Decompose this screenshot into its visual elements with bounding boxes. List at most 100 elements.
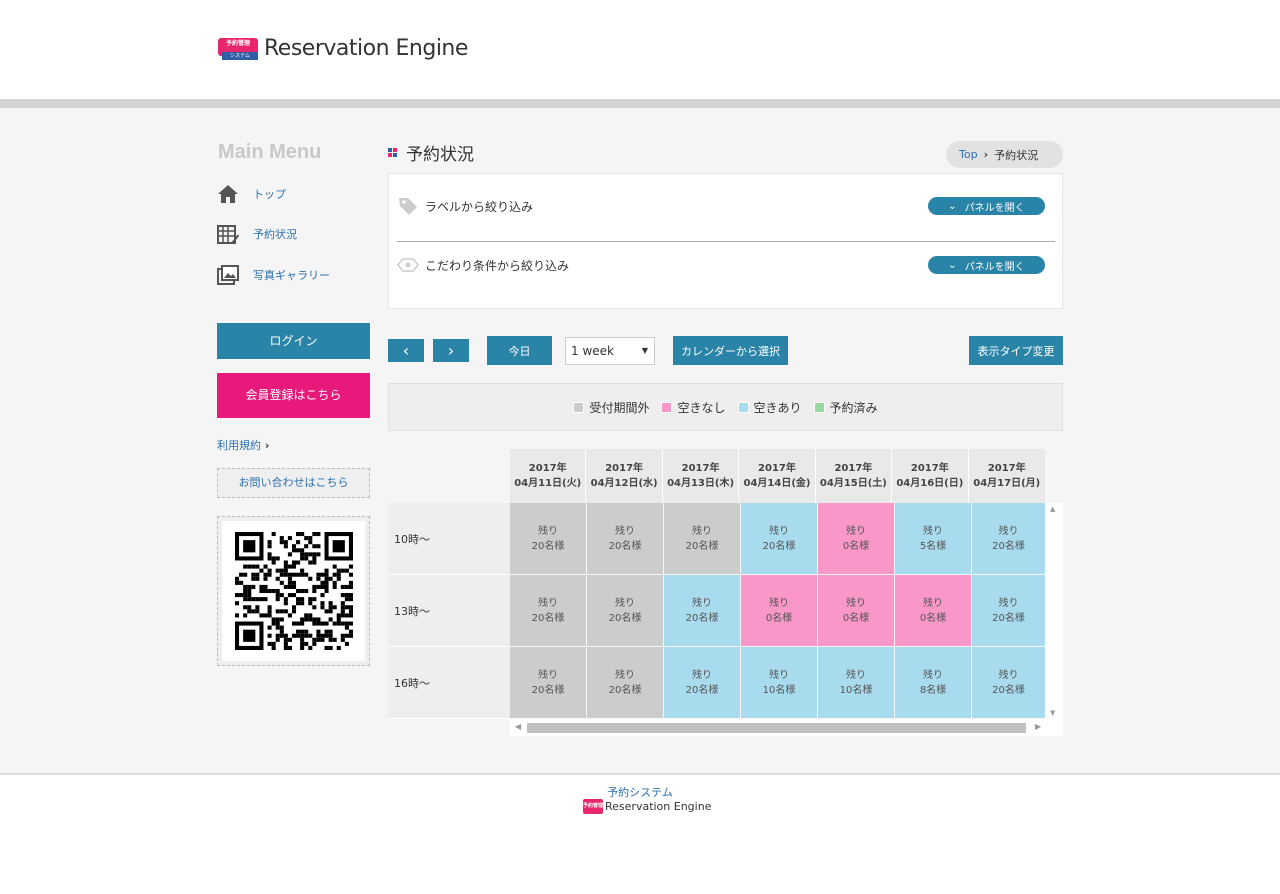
legend-label: 空きなし [677, 400, 726, 415]
slot-remain-label: 残り [692, 525, 712, 537]
next-week-button[interactable]: › [433, 339, 469, 362]
legend-item: 空きなし [661, 399, 726, 416]
slot-count: 20名様 [685, 540, 719, 552]
slot-cell: 残り 0名様 [741, 575, 817, 646]
today-button[interactable]: 今日 [487, 336, 552, 365]
legend-swatch [661, 401, 673, 413]
sidebar-item-gallery[interactable]: 写真ギャラリー [217, 264, 330, 286]
open-label-panel-button[interactable]: ⌄ パネルを開く [928, 197, 1045, 215]
slot-cell: 残り 20名様 [587, 647, 663, 718]
scroll-right-icon[interactable]: ▶ [1035, 722, 1041, 731]
day-date: 04月14日(金) [743, 478, 811, 489]
slot-count: 5名様 [919, 540, 947, 552]
legend-label: 予約済み [829, 400, 878, 415]
slot-count: 20名様 [531, 684, 565, 696]
slot-cell[interactable]: 残り 5名様 [895, 503, 971, 574]
day-date: 04月11日(火) [514, 478, 582, 489]
slot-remain-label: 残り [615, 525, 635, 537]
scrollbar-thumb[interactable] [527, 723, 1026, 733]
legend-label: 空きあり [753, 400, 802, 415]
legend-item: 予約済み [813, 399, 878, 416]
status-legend: 受付期間外 空きなし 空きあり 予約済み [388, 383, 1063, 431]
slot-count: 10名様 [839, 684, 873, 696]
register-button[interactable]: 会員登録はこちら [217, 373, 370, 418]
vertical-scrollbar[interactable]: ▲ ▼ [1045, 503, 1063, 719]
sidebar-item-label: 写真ギャラリー [253, 269, 330, 282]
time-slot-label: 16時～ [388, 647, 510, 719]
slot-cell[interactable]: 残り 20名様 [664, 575, 740, 646]
scroll-left-icon[interactable]: ◀ [515, 722, 521, 731]
site-logo[interactable]: 予約管理 システム Reservation Engine [218, 33, 468, 63]
breadcrumb-top-link[interactable]: Top [959, 148, 978, 161]
qr-code-icon [234, 532, 353, 650]
login-button[interactable]: ログイン [217, 323, 370, 359]
slot-cell[interactable]: 残り 8名様 [895, 647, 971, 718]
slot-cell: 残り 0名様 [895, 575, 971, 646]
filter-divider [397, 241, 1055, 242]
open-panel-label: パネルを開く [964, 202, 1025, 214]
slot-cell[interactable]: 残り 20名様 [972, 503, 1046, 574]
slot-cell[interactable]: 残り 20名様 [741, 503, 817, 574]
slot-cell: 残り 20名様 [587, 503, 663, 574]
slot-cell: 残り 20名様 [664, 503, 740, 574]
slot-remain-label: 残り [998, 597, 1019, 609]
calendar-select-button[interactable]: カレンダーから選択 [673, 336, 788, 365]
legend-item: 受付期間外 [573, 399, 649, 416]
slot-count: 0名様 [842, 540, 870, 552]
day-date: 04月12日(水) [590, 478, 658, 489]
legend-swatch [573, 401, 585, 413]
slot-count: 20名様 [762, 540, 796, 552]
legend-swatch [813, 401, 825, 413]
terms-link[interactable]: 利用規約 › [217, 437, 269, 453]
sidebar-item-top[interactable]: トップ [217, 183, 286, 205]
footer-logo[interactable]: 予約管理 Reservation Engine [583, 799, 711, 814]
condition-filter-row: こだわり条件から絞り込み ⌄ パネルを開く [397, 245, 1055, 285]
label-filter-title: ラベルから絞り込み [425, 199, 534, 214]
scroll-down-icon[interactable]: ▼ [1050, 709, 1055, 717]
slot-cell: 残り 20名様 [510, 503, 586, 574]
day-header: 2017年 04月12日(水) [586, 449, 663, 503]
display-type-button[interactable]: 表示タイプ変更 [969, 336, 1063, 365]
slot-remain-label: 残り [846, 597, 866, 609]
tag-icon [399, 198, 417, 215]
slot-count: 20名様 [608, 684, 642, 696]
slot-remain-label: 残り [538, 525, 558, 537]
slot-count: 0名様 [919, 612, 947, 624]
day-header: 2017年 04月11日(火) [510, 449, 587, 503]
time-slot-label: 10時～ [388, 503, 510, 575]
chevron-down-icon: ⌄ [948, 259, 957, 271]
slot-remain-label: 残り [846, 669, 866, 681]
sidebar-item-reservation-status[interactable]: 予約状況 [217, 223, 297, 245]
contact-link[interactable]: お問い合わせはこちら [217, 468, 370, 498]
calendar-header: 2017年 04月11日(火) 2017年 04月12日(水) 2017年 04月13… [510, 449, 1045, 503]
slot-count: 20名様 [531, 612, 565, 624]
header-divider [0, 99, 1280, 108]
slot-cell: 残り 20名様 [510, 575, 586, 646]
slot-remain-label: 残り [923, 525, 943, 537]
slot-cell: 残り 20名様 [510, 647, 586, 718]
slot-remain-label: 残り [846, 525, 866, 537]
breadcrumb-current: 予約状況 [994, 148, 1039, 162]
slot-cell[interactable]: 残り 20名様 [972, 575, 1046, 646]
slot-cell[interactable]: 残り 10名様 [818, 647, 894, 718]
time-slot-label: 13時～ [388, 575, 510, 647]
slot-cell[interactable]: 残り 20名様 [664, 647, 740, 718]
prev-week-button[interactable]: ‹ [388, 339, 424, 362]
slot-count: 20名様 [992, 612, 1025, 624]
condition-filter-title: こだわり条件から絞り込み [425, 258, 570, 273]
range-select[interactable]: 1 week ▼ [565, 337, 655, 365]
open-condition-panel-button[interactable]: ⌄ パネルを開く [928, 256, 1045, 274]
day-header: 2017年 04月16日(日) [892, 449, 969, 503]
reservation-calendar: 2017年 04月11日(火) 2017年 04月12日(水) 2017年 04月13… [388, 449, 1063, 736]
chevron-right-icon: › [261, 439, 270, 452]
slot-remain-label: 残り [998, 525, 1019, 537]
slot-cell[interactable]: 残り 20名様 [972, 647, 1046, 718]
slot-count: 20名様 [685, 684, 719, 696]
scroll-up-icon[interactable]: ▲ [1050, 505, 1055, 513]
footer-system-link[interactable]: 予約システム [0, 784, 1280, 800]
horizontal-scrollbar[interactable]: ◀ ▶ [510, 719, 1063, 736]
slot-cell[interactable]: 残り 10名様 [741, 647, 817, 718]
time-slot-row: 残り 20名様 残り 20名様 残り 20名様 残り 10名様 残り 10名様 残り 8名様 残り 20名… [510, 647, 1046, 719]
page-title: 予約状況 [406, 145, 474, 165]
slot-remain-label: 残り [769, 597, 789, 609]
